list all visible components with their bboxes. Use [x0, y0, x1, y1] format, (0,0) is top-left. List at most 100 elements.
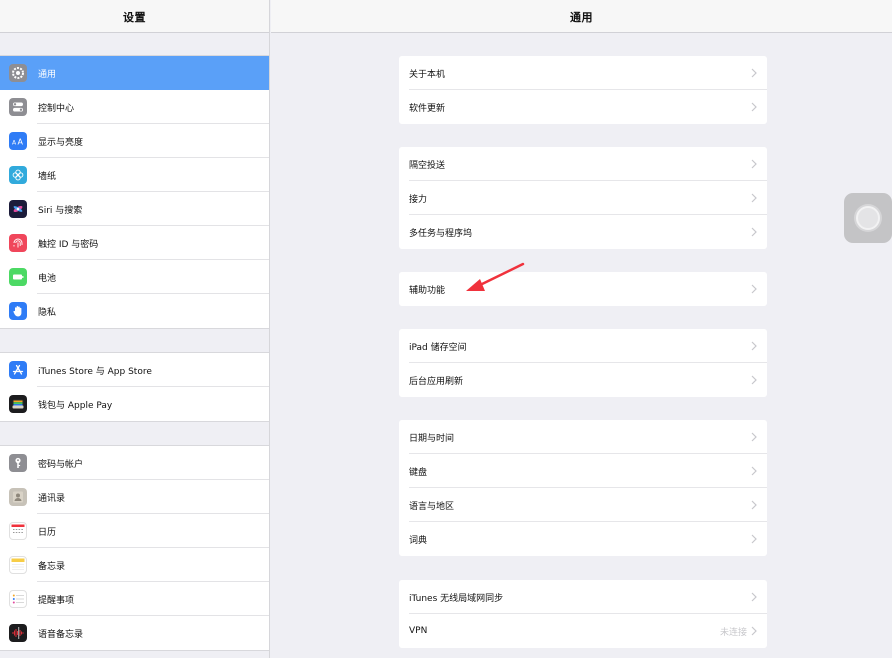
- settings-row-接力[interactable]: 接力: [399, 181, 767, 215]
- sidebar-item-label: 隐私: [38, 307, 57, 318]
- siri-icon: [9, 200, 27, 218]
- hand-icon: [9, 302, 27, 320]
- settings-row-ipad-储存空间[interactable]: iPad 储存空间: [399, 329, 767, 363]
- settings-row-label: 接力: [409, 194, 428, 205]
- battery-icon: [9, 268, 27, 286]
- chevron-right-icon: [751, 284, 757, 294]
- settings-row-label: 多任务与程序坞: [409, 228, 473, 239]
- chevron-right-icon: [751, 68, 757, 78]
- settings-row-辅助功能[interactable]: 辅助功能: [399, 272, 767, 306]
- calendar-icon: [9, 522, 27, 540]
- assistive-touch-icon: [856, 206, 880, 230]
- settings-row-vpn[interactable]: VPN 未连接: [399, 614, 767, 648]
- settings-row-label: VPN: [409, 626, 428, 636]
- settings-row-键盘[interactable]: 键盘: [399, 454, 767, 488]
- settings-sidebar: 设置 通用控制中心 A A 显示与亮度墙纸 Siri 与搜索触控 ID 与密码电池隐私 i…: [0, 0, 270, 658]
- notes-icon: [9, 556, 27, 574]
- sidebar-item-label: 钱包与 Apple Pay: [38, 400, 113, 411]
- settings-row-label: 语言与地区: [409, 501, 455, 512]
- settings-row-语言与地区[interactable]: 语言与地区: [399, 488, 767, 522]
- settings-group: iPad 储存空间 后台应用刷新: [399, 329, 767, 397]
- settings-row-label: 隔空投送: [409, 160, 446, 171]
- settings-row-多任务与程序坞[interactable]: 多任务与程序坞: [399, 215, 767, 249]
- gear-icon: [9, 64, 27, 82]
- assistive-touch-button[interactable]: [844, 193, 892, 243]
- settings-row-label: 软件更新: [409, 103, 446, 114]
- sidebar-item-电池[interactable]: 电池: [0, 260, 269, 294]
- sidebar-item-label: 备忘录: [38, 561, 66, 572]
- sidebar-item-label: 通讯录: [38, 493, 66, 504]
- settings-row-label: 后台应用刷新: [409, 376, 464, 387]
- app-store-icon: [9, 361, 27, 379]
- svg-text:A: A: [18, 138, 24, 147]
- chevron-right-icon: [751, 432, 757, 442]
- settings-row-label: 辅助功能: [409, 285, 446, 296]
- sidebar-item-控制中心[interactable]: 控制中心: [0, 90, 269, 124]
- sidebar-header: 设置: [0, 0, 269, 33]
- sidebar-group: 密码与帐户通讯录日历备忘录提醒事项语音备忘录: [0, 445, 269, 651]
- settings-row-软件更新[interactable]: 软件更新: [399, 90, 767, 124]
- sidebar-group: 通用控制中心 A A 显示与亮度墙纸 Siri 与搜索触控 ID 与密码电池隐私: [0, 55, 269, 329]
- sidebar-item-密码与帐户[interactable]: 密码与帐户: [0, 446, 269, 480]
- chevron-right-icon: [751, 500, 757, 510]
- text-size-icon: AA: [9, 132, 27, 150]
- sidebar-item-label: 通用: [38, 69, 57, 80]
- settings-row-label: 关于本机: [409, 69, 446, 80]
- settings-row-label: iPad 储存空间: [409, 342, 467, 353]
- chevron-right-icon: [751, 341, 757, 351]
- sidebar-item-label: 日历: [38, 527, 57, 538]
- voice-memo-icon: [9, 624, 27, 642]
- sidebar-group-spacer: [0, 329, 269, 352]
- sidebar-item-提醒事项[interactable]: 提醒事项: [0, 582, 269, 616]
- svg-text:A: A: [12, 140, 17, 147]
- settings-row-后台应用刷新[interactable]: 后台应用刷新: [399, 363, 767, 397]
- sidebar-item-语音备忘录[interactable]: 语音备忘录: [0, 616, 269, 650]
- sidebar-group-spacer: [0, 33, 269, 55]
- sidebar-item-通用[interactable]: 通用: [0, 56, 269, 90]
- sidebar-group-spacer: [0, 422, 269, 445]
- sidebar-item-隐私[interactable]: 隐私: [0, 294, 269, 328]
- chevron-right-icon: [751, 227, 757, 237]
- sidebar-item-label: 电池: [38, 273, 57, 284]
- settings-row-label: 词典: [409, 535, 428, 546]
- sidebar-item-label: iTunes Store 与 App Store: [38, 366, 152, 377]
- chevron-right-icon: [751, 626, 757, 636]
- sidebar-item-通讯录[interactable]: 通讯录: [0, 480, 269, 514]
- sidebar-item-备忘录[interactable]: 备忘录: [0, 548, 269, 582]
- settings-row-词典[interactable]: 词典: [399, 522, 767, 556]
- settings-row-隔空投送[interactable]: 隔空投送: [399, 147, 767, 181]
- settings-group: 辅助功能: [399, 272, 767, 306]
- reminders-icon: [9, 590, 27, 608]
- sidebar-item-itunes-store-与-app-store[interactable]: iTunes Store 与 App Store: [0, 353, 269, 387]
- sidebar-item-墙纸[interactable]: 墙纸: [0, 158, 269, 192]
- sidebar-item-钱包与-apple-pay[interactable]: 钱包与 Apple Pay: [0, 387, 269, 421]
- settings-group: iTunes 无线局域网同步 VPN 未连接: [399, 580, 767, 648]
- settings-group: 隔空投送接力多任务与程序坞: [399, 147, 767, 249]
- general-settings-panel: 通用 关于本机软件更新隔空投送接力多任务与程序坞 辅助功能 iPad 储存空间 后台应…: [271, 0, 892, 658]
- chevron-right-icon: [751, 534, 757, 544]
- main-header: 通用: [271, 0, 892, 33]
- sidebar-item-显示与亮度[interactable]: A A 显示与亮度: [0, 124, 269, 158]
- chevron-right-icon: [751, 466, 757, 476]
- sidebar-item-siri-与搜索[interactable]: Siri 与搜索: [0, 192, 269, 226]
- settings-row-关于本机[interactable]: 关于本机: [399, 56, 767, 90]
- sidebar-item-日历[interactable]: 日历: [0, 514, 269, 548]
- settings-row-日期与时间[interactable]: 日期与时间: [399, 420, 767, 454]
- key-icon: [9, 454, 27, 472]
- settings-row-itunes-无线局域网同步[interactable]: iTunes 无线局域网同步: [399, 580, 767, 614]
- chevron-right-icon: [751, 193, 757, 203]
- settings-row-label: 键盘: [409, 467, 428, 478]
- sidebar-item-触控-id-与密码[interactable]: 触控 ID 与密码: [0, 226, 269, 260]
- settings-group: 关于本机 软件更新: [399, 56, 767, 124]
- sidebar-item-label: 密码与帐户: [38, 459, 84, 470]
- sidebar-item-label: 显示与亮度: [38, 137, 84, 148]
- sidebar-item-label: 提醒事项: [38, 595, 75, 606]
- settings-row-label: 日期与时间: [409, 433, 455, 444]
- chevron-right-icon: [751, 375, 757, 385]
- toggles-icon: [9, 98, 27, 116]
- sidebar-item-label: Siri 与搜索: [38, 205, 83, 216]
- chevron-right-icon: [751, 592, 757, 602]
- page-title: 通用: [570, 11, 593, 24]
- sidebar-item-label: 语音备忘录: [38, 629, 84, 640]
- wallet-icon: [9, 395, 27, 413]
